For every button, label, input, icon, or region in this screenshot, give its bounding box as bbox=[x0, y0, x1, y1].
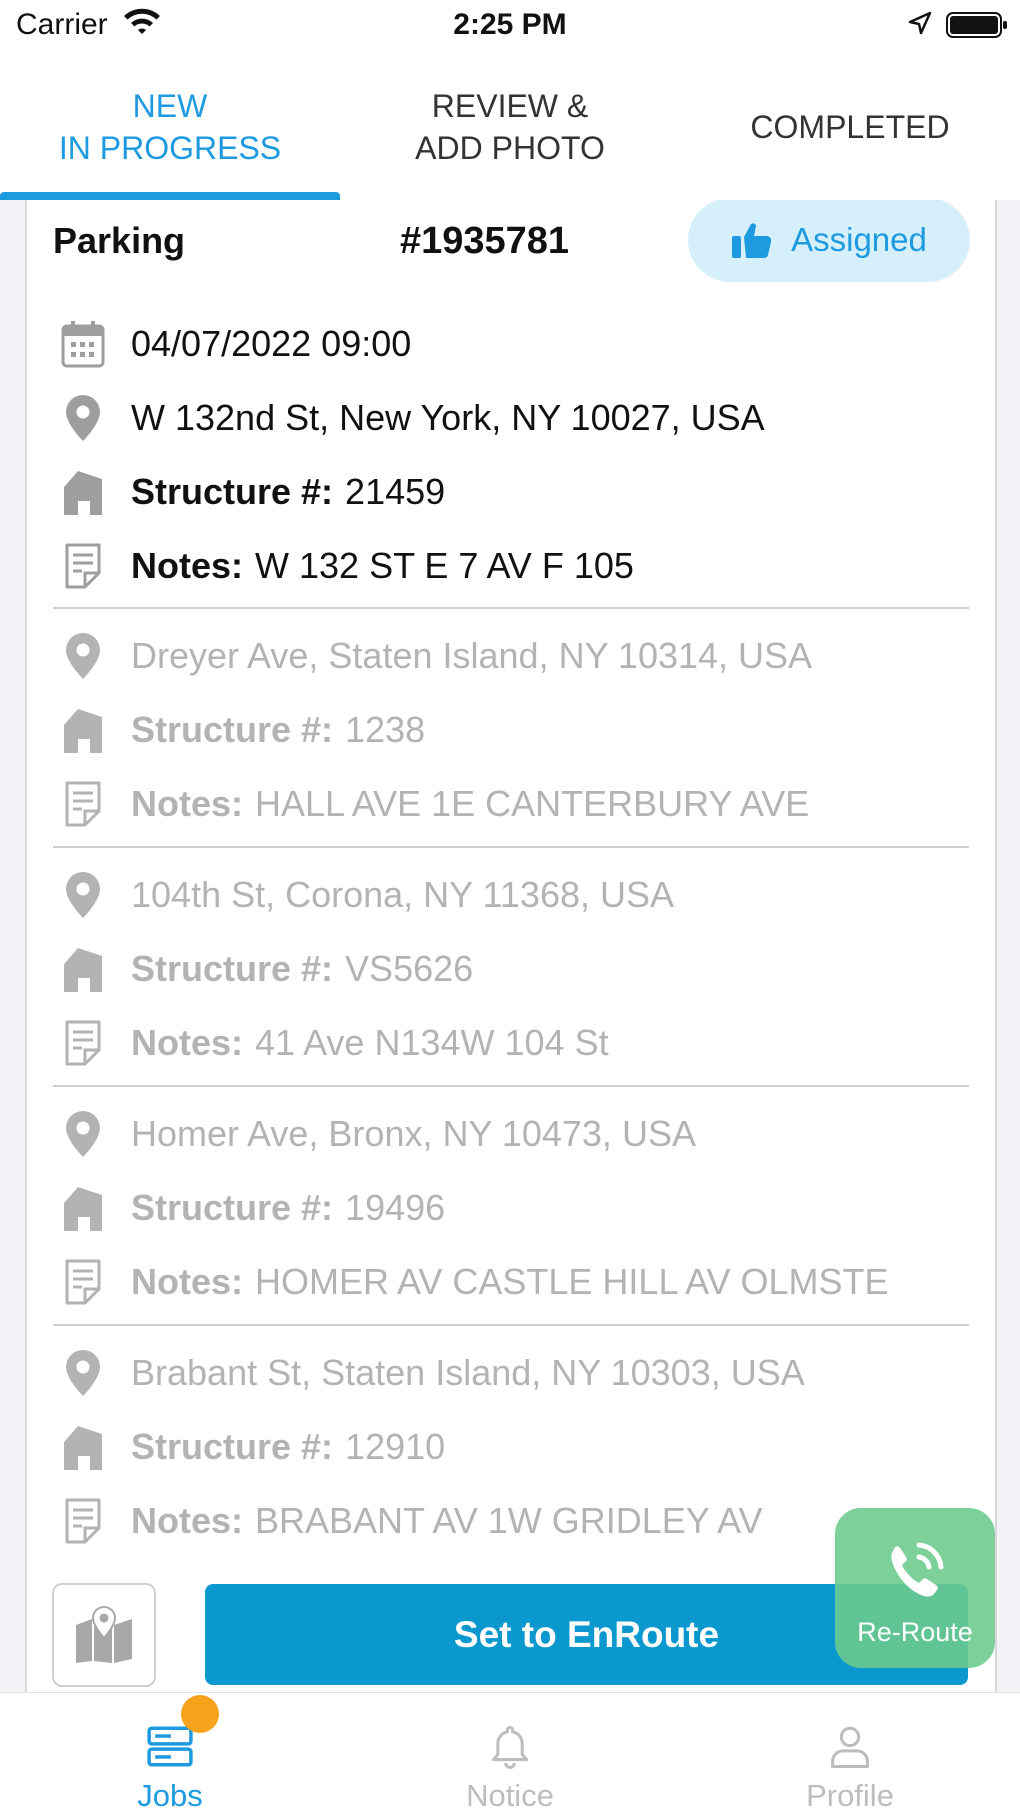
job-status-tabs: NEW IN PROGRESS REVIEW & ADD PHOTO COMPL… bbox=[0, 54, 1020, 201]
tab-completed[interactable]: COMPLETED bbox=[680, 54, 1020, 200]
house-icon bbox=[53, 462, 113, 522]
location-address-row: Dreyer Ave, Staten Island, NY 10314, USA bbox=[53, 626, 812, 686]
job-card: Parking #1935781 Assigned 04/07/2022 09:… bbox=[25, 200, 997, 1692]
location-address-row: Homer Ave, Bronx, NY 10473, USA bbox=[53, 1104, 696, 1164]
notes-label: Notes: bbox=[131, 1022, 244, 1063]
active-tab-indicator bbox=[0, 192, 340, 200]
bell-icon bbox=[491, 1725, 529, 1769]
location-address-row: Brabant St, Staten Island, NY 10303, USA bbox=[53, 1343, 805, 1403]
notes-text: BRABANT AV 1W GRIDLEY AV bbox=[255, 1500, 763, 1541]
note-icon bbox=[53, 1013, 113, 1073]
location-notes-row: Notes: W 132 ST E 7 AV F 105 bbox=[53, 536, 634, 596]
location-notes-row: Notes: 41 Ave N134W 104 St bbox=[53, 1013, 609, 1073]
location-address-row: 104th St, Corona, NY 11368, USA bbox=[53, 865, 674, 925]
nav-profile-label: Profile bbox=[806, 1778, 894, 1813]
location-notes-row: Notes: HOMER AV CASTLE HILL AV OLMSTE bbox=[53, 1252, 889, 1312]
structure-label: Structure #: bbox=[131, 1426, 334, 1467]
notes-label: Notes: bbox=[131, 783, 244, 824]
note-icon bbox=[53, 536, 113, 596]
location-arrow-icon bbox=[908, 11, 932, 35]
location-divider bbox=[53, 1324, 969, 1326]
location-address: Homer Ave, Bronx, NY 10473, USA bbox=[131, 1113, 696, 1154]
nav-notice[interactable]: Notice bbox=[340, 1693, 680, 1814]
note-icon bbox=[53, 774, 113, 834]
bottom-nav: Jobs Notice Profile bbox=[0, 1692, 1020, 1814]
notes-label: Notes: bbox=[131, 545, 244, 586]
house-icon bbox=[53, 1417, 113, 1477]
map-icon bbox=[76, 1605, 132, 1663]
notes-label: Notes: bbox=[131, 1500, 244, 1541]
location-structure-row: Structure #: VS5626 bbox=[53, 939, 473, 999]
job-type: Parking bbox=[53, 220, 186, 261]
location-structure-row: Structure #: 19496 bbox=[53, 1178, 445, 1238]
location-structure-row: Structure #: 1238 bbox=[53, 700, 425, 760]
location-notes-row: Notes: HALL AVE 1E CANTERBURY AVE bbox=[53, 774, 809, 834]
location-structure-row: Structure #: 12910 bbox=[53, 1417, 445, 1477]
location-structure-row: Structure #: 21459 bbox=[53, 462, 445, 522]
phone-reroute-icon bbox=[891, 1542, 944, 1597]
person-icon bbox=[831, 1726, 869, 1769]
location-divider bbox=[53, 1085, 969, 1087]
notes-text: 41 Ave N134W 104 St bbox=[255, 1022, 609, 1063]
status-bar: Carrier 2:25 PM bbox=[0, 0, 1020, 54]
structure-number: 1238 bbox=[345, 709, 426, 750]
location-address: Brabant St, Staten Island, NY 10303, USA bbox=[131, 1352, 805, 1393]
reroute-label: Re-Route bbox=[857, 1616, 973, 1647]
map-pin-icon bbox=[53, 1104, 113, 1164]
note-icon bbox=[53, 1491, 113, 1551]
thumbs-up-icon bbox=[732, 223, 772, 258]
notes-text: HALL AVE 1E CANTERBURY AVE bbox=[255, 783, 810, 824]
clock: 2:25 PM bbox=[453, 8, 567, 41]
map-pin-icon bbox=[53, 1343, 113, 1403]
map-pin-icon bbox=[53, 388, 113, 448]
status-badge: Assigned bbox=[688, 200, 970, 282]
battery-icon bbox=[946, 12, 1007, 38]
notes-label: Notes: bbox=[131, 1261, 244, 1302]
job-number: #1935781 bbox=[400, 220, 570, 262]
structure-number: 21459 bbox=[345, 471, 446, 512]
map-button[interactable] bbox=[52, 1583, 156, 1687]
location-divider bbox=[53, 607, 969, 609]
house-icon bbox=[53, 700, 113, 760]
reroute-button[interactable]: Re-Route bbox=[835, 1508, 995, 1668]
structure-label: Structure #: bbox=[131, 948, 334, 989]
job-card-header: Parking #1935781 Assigned bbox=[27, 200, 995, 290]
house-icon bbox=[53, 1178, 113, 1238]
map-pin-icon bbox=[53, 626, 113, 686]
calendar-icon bbox=[53, 314, 113, 374]
location-address-row: W 132nd St, New York, NY 10027, USA bbox=[53, 388, 765, 448]
map-pin-icon bbox=[53, 865, 113, 925]
nav-profile[interactable]: Profile bbox=[680, 1693, 1020, 1814]
location-address: W 132nd St, New York, NY 10027, USA bbox=[131, 397, 765, 438]
structure-number: 19496 bbox=[345, 1187, 446, 1228]
notes-text: W 132 ST E 7 AV F 105 bbox=[255, 545, 634, 586]
nav-jobs[interactable]: Jobs bbox=[0, 1693, 340, 1814]
structure-number: 12910 bbox=[345, 1426, 446, 1467]
tab-review-add-photo[interactable]: REVIEW & ADD PHOTO bbox=[340, 54, 680, 200]
note-icon bbox=[53, 1252, 113, 1312]
location-address: Dreyer Ave, Staten Island, NY 10314, USA bbox=[131, 635, 813, 676]
nav-jobs-label: Jobs bbox=[137, 1778, 203, 1813]
house-icon bbox=[53, 939, 113, 999]
structure-label: Structure #: bbox=[131, 709, 334, 750]
structure-label: Structure #: bbox=[131, 1187, 334, 1228]
tab-new-in-progress[interactable]: NEW IN PROGRESS bbox=[0, 54, 340, 200]
notification-dot bbox=[181, 1695, 219, 1733]
location-notes-row: Notes: BRABANT AV 1W GRIDLEY AV bbox=[53, 1491, 763, 1551]
location-divider bbox=[53, 846, 969, 848]
notes-text: HOMER AV CASTLE HILL AV OLMSTE bbox=[255, 1261, 889, 1302]
job-datetime-row: 04/07/2022 09:00 bbox=[53, 314, 411, 374]
structure-label: Structure #: bbox=[131, 471, 334, 512]
job-list[interactable]: Parking #1935781 Assigned 04/07/2022 09:… bbox=[0, 200, 1020, 1692]
status-badge-label: Assigned bbox=[791, 221, 927, 258]
nav-notice-label: Notice bbox=[466, 1778, 554, 1813]
location-address: 104th St, Corona, NY 11368, USA bbox=[131, 874, 675, 915]
job-datetime: 04/07/2022 09:00 bbox=[131, 323, 412, 364]
structure-number: VS5626 bbox=[345, 948, 474, 989]
